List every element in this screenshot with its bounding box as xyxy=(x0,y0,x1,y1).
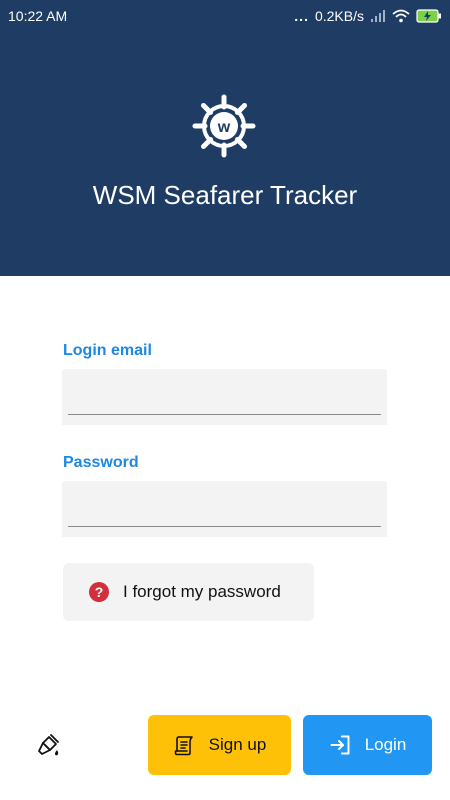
network-speed: 0.2KB/s xyxy=(314,8,364,24)
signal-icon xyxy=(371,10,385,22)
status-indicators: ... 0.2KB/s xyxy=(294,8,442,24)
password-input[interactable] xyxy=(68,489,381,527)
app-header: 10:22 AM ... 0.2KB/s w WSM Seafarer Trac… xyxy=(0,0,450,276)
signup-label: Sign up xyxy=(208,735,267,754)
signup-button[interactable]: Sign up xyxy=(148,715,291,775)
email-underline xyxy=(68,414,381,415)
app-title: WSM Seafarer Tracker xyxy=(92,180,358,210)
password-label: Password xyxy=(63,454,139,471)
ship-wheel-logo-icon: w xyxy=(192,94,256,158)
logo-letter: w xyxy=(217,119,231,136)
password-underline xyxy=(68,526,381,527)
password-field[interactable] xyxy=(62,481,387,537)
login-button[interactable]: Login xyxy=(303,715,432,775)
battery-icon xyxy=(416,9,441,23)
login-arrow-icon xyxy=(330,735,350,755)
paint-brush-icon[interactable] xyxy=(36,732,62,758)
email-field[interactable] xyxy=(62,369,387,425)
wifi-icon xyxy=(392,9,410,23)
status-time: 10:22 AM xyxy=(8,8,68,24)
email-input[interactable] xyxy=(68,377,381,415)
question-circle-icon: ? xyxy=(89,582,109,602)
forgot-password-button[interactable]: ? I forgot my password xyxy=(63,563,314,621)
login-label: Login xyxy=(364,735,407,754)
status-bar: 10:22 AM ... 0.2KB/s xyxy=(0,0,450,32)
scroll-icon xyxy=(174,736,193,756)
forgot-password-label: I forgot my password xyxy=(123,582,281,601)
email-label: Login email xyxy=(63,342,152,359)
notification-dots: ... xyxy=(294,8,309,24)
